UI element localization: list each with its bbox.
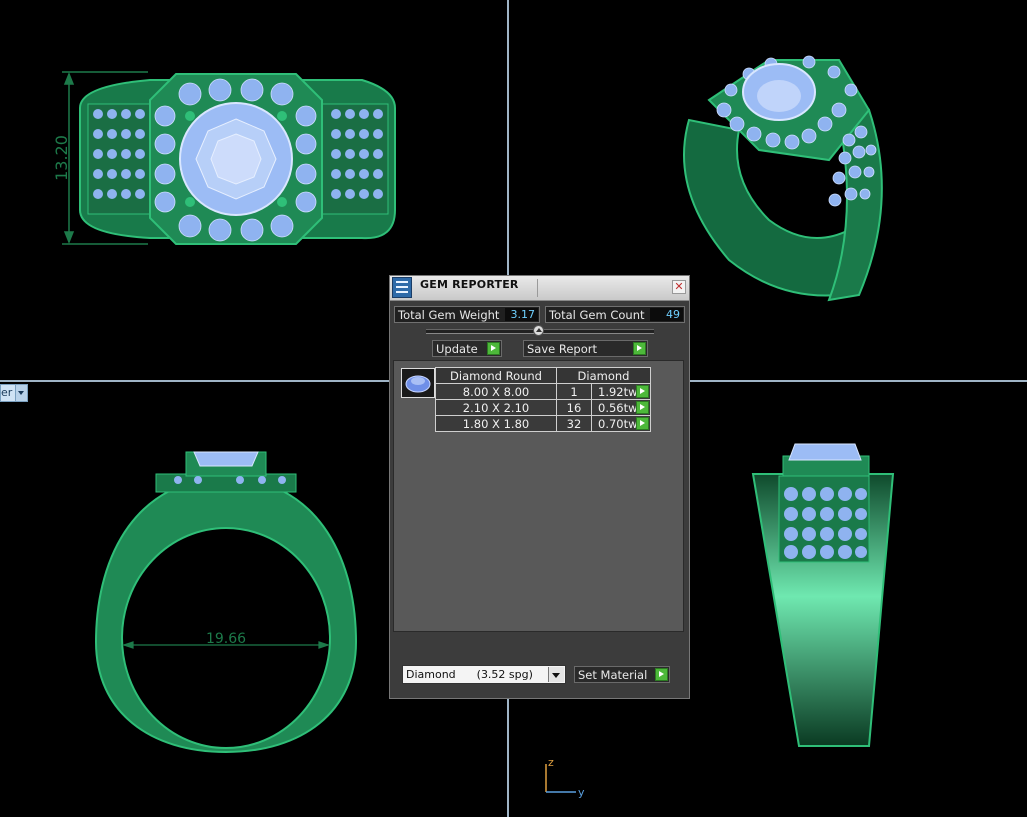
gem-count-cell: 16	[556, 399, 592, 416]
update-button[interactable]: Update	[432, 340, 502, 357]
gem-reporter-titlebar[interactable]: GEM REPORTER ✕	[390, 276, 689, 301]
close-icon[interactable]: ✕	[672, 280, 686, 294]
go-arrow-icon[interactable]	[636, 401, 649, 414]
gem-shape-header: Diamond Round	[435, 367, 557, 384]
total-gem-count-field: Total Gem Count 49	[545, 306, 685, 323]
gem-size-cell: 8.00 X 8.00	[435, 383, 557, 400]
gem-weight-text: 0.56tw	[598, 400, 638, 415]
gem-size-cell: 1.80 X 1.80	[435, 415, 557, 432]
set-material-button[interactable]: Set Material	[574, 666, 670, 683]
go-arrow-icon[interactable]	[636, 417, 649, 430]
gem-weight-cell: 0.56tw	[591, 399, 651, 416]
total-gem-weight-value: 3.17	[505, 308, 538, 321]
update-button-label: Update	[436, 342, 478, 356]
table-row[interactable]: 1.80 X 1.80 32 0.70tw	[435, 415, 651, 432]
material-select[interactable]: Diamond (3.52 spg)	[402, 665, 566, 684]
gem-weight-cell: 0.70tw	[591, 415, 651, 432]
dropdown-arrow-icon[interactable]	[548, 667, 564, 682]
set-material-button-label: Set Material	[578, 668, 648, 682]
gem-table: Diamond Round Diamond 8.00 X 8.00 1 1.92…	[435, 367, 651, 432]
gem-weight-cell: 1.92tw	[591, 383, 651, 400]
axis-indicator: z y	[545, 756, 585, 799]
titlebar-divider	[537, 279, 538, 297]
go-arrow-icon	[633, 342, 646, 355]
axis-y-label: y	[578, 786, 585, 799]
gem-reporter-title: GEM REPORTER	[420, 278, 519, 291]
gem-material-header: Diamond	[556, 367, 651, 384]
diamond-round-thumbnail[interactable]	[401, 368, 435, 398]
gem-reporter-panel[interactable]: GEM REPORTER ✕ Total Gem Weight 3.17 Tot…	[389, 275, 690, 699]
table-row[interactable]: 2.10 X 2.10 16 0.56tw	[435, 399, 651, 416]
total-gem-count-value: 49	[650, 308, 683, 321]
save-report-button-label: Save Report	[527, 342, 598, 356]
diamond-icon	[405, 375, 431, 393]
gem-count-cell: 1	[556, 383, 592, 400]
dimension-inner-diameter: 19.66	[206, 631, 246, 647]
gem-table-header: Diamond Round Diamond	[435, 367, 651, 384]
axis-z-label: z	[548, 756, 554, 769]
save-report-button[interactable]: Save Report	[523, 340, 648, 357]
total-gem-count-label: Total Gem Count	[549, 308, 645, 322]
go-arrow-icon	[655, 668, 668, 681]
gem-weight-text: 0.70tw	[598, 416, 638, 431]
material-select-value: Diamond (3.52 spg)	[406, 668, 533, 681]
gem-reporter-app-icon	[392, 277, 412, 298]
gem-count-cell: 32	[556, 415, 592, 432]
table-row[interactable]: 8.00 X 8.00 1 1.92tw	[435, 383, 651, 400]
go-arrow-icon[interactable]	[636, 385, 649, 398]
total-gem-weight-label: Total Gem Weight	[398, 308, 500, 322]
panel-collapse-knob[interactable]	[533, 325, 544, 336]
gem-list-area[interactable]: Diamond Round Diamond 8.00 X 8.00 1 1.92…	[393, 360, 684, 632]
gem-size-cell: 2.10 X 2.10	[435, 399, 557, 416]
gem-weight-text: 1.92tw	[598, 384, 638, 399]
dimension-height: 13.20	[52, 135, 71, 181]
go-arrow-icon	[487, 342, 500, 355]
total-gem-weight-field: Total Gem Weight 3.17	[394, 306, 540, 323]
